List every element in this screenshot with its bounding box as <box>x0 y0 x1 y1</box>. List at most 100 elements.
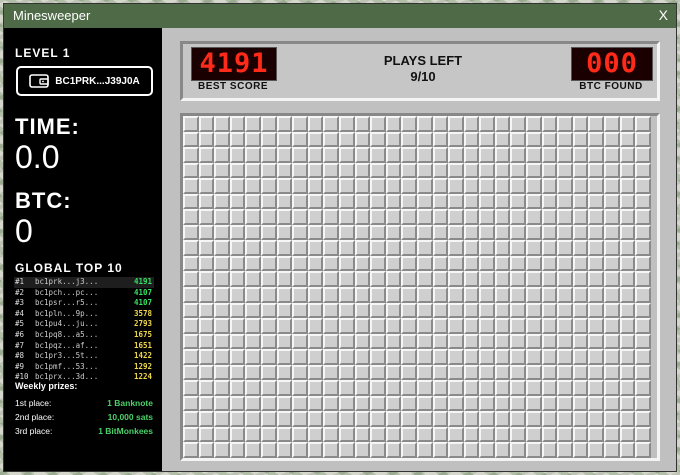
mine-cell[interactable] <box>510 411 527 427</box>
mine-cell[interactable] <box>307 193 324 210</box>
mine-cell[interactable] <box>370 426 386 443</box>
mine-cell[interactable] <box>432 349 449 365</box>
mine-cell[interactable] <box>385 364 402 381</box>
mine-cell[interactable] <box>370 442 386 459</box>
mine-cell[interactable] <box>619 426 636 443</box>
mine-cell[interactable] <box>307 318 324 334</box>
mine-cell[interactable] <box>323 162 339 179</box>
mine-cell[interactable] <box>401 395 417 412</box>
mine-cell[interactable] <box>183 380 199 396</box>
mine-cell[interactable] <box>494 240 511 256</box>
mine-cell[interactable] <box>448 147 464 163</box>
mine-cell[interactable] <box>370 240 386 256</box>
mine-cell[interactable] <box>370 178 386 194</box>
mine-cell[interactable] <box>323 224 339 241</box>
mine-cell[interactable] <box>307 162 324 179</box>
mine-cell[interactable] <box>338 333 355 350</box>
mine-cell[interactable] <box>510 426 527 443</box>
mine-cell[interactable] <box>432 395 449 412</box>
mine-cell[interactable] <box>557 318 573 334</box>
mine-cell[interactable] <box>307 426 324 443</box>
mine-cell[interactable] <box>572 395 589 412</box>
mine-cell[interactable] <box>416 426 433 443</box>
mine-cell[interactable] <box>635 333 651 350</box>
mine-cell[interactable] <box>526 318 542 334</box>
mine-cell[interactable] <box>572 333 589 350</box>
mine-cell[interactable] <box>307 240 324 256</box>
mine-cell[interactable] <box>214 147 230 163</box>
mine-cell[interactable] <box>276 255 293 272</box>
mine-cell[interactable] <box>432 224 449 241</box>
mine-cell[interactable] <box>260 116 277 132</box>
mine-cell[interactable] <box>557 209 573 225</box>
mine-cell[interactable] <box>338 411 355 427</box>
mine-cell[interactable] <box>416 302 433 319</box>
mine-cell[interactable] <box>619 364 636 381</box>
mine-cell[interactable] <box>526 162 542 179</box>
mine-cell[interactable] <box>588 318 605 334</box>
mine-cell[interactable] <box>385 116 402 132</box>
mine-cell[interactable] <box>588 131 605 148</box>
mine-cell[interactable] <box>572 193 589 210</box>
mine-cell[interactable] <box>307 178 324 194</box>
mine-cell[interactable] <box>198 364 215 381</box>
mine-cell[interactable] <box>479 116 495 132</box>
mine-cell[interactable] <box>479 395 495 412</box>
mine-cell[interactable] <box>448 193 464 210</box>
mine-cell[interactable] <box>479 131 495 148</box>
mine-cell[interactable] <box>510 131 527 148</box>
mine-cell[interactable] <box>260 364 277 381</box>
mine-cell[interactable] <box>557 147 573 163</box>
wallet-button[interactable]: BC1PRK...J39J0A <box>16 66 153 96</box>
mine-cell[interactable] <box>260 395 277 412</box>
mine-cell[interactable] <box>245 426 261 443</box>
mine-cell[interactable] <box>635 426 651 443</box>
mine-cell[interactable] <box>260 193 277 210</box>
mine-cell[interactable] <box>635 209 651 225</box>
mine-cell[interactable] <box>619 287 636 303</box>
mine-cell[interactable] <box>245 131 261 148</box>
mine-cell[interactable] <box>557 193 573 210</box>
mine-cell[interactable] <box>432 178 449 194</box>
mine-cell[interactable] <box>323 349 339 365</box>
mine-cell[interactable] <box>432 333 449 350</box>
mine-cell[interactable] <box>229 240 246 256</box>
mine-cell[interactable] <box>338 349 355 365</box>
mine-cell[interactable] <box>214 302 230 319</box>
mine-cell[interactable] <box>214 116 230 132</box>
mine-cell[interactable] <box>338 193 355 210</box>
mine-cell[interactable] <box>432 147 449 163</box>
mine-cell[interactable] <box>604 318 620 334</box>
mine-cell[interactable] <box>494 426 511 443</box>
mine-cell[interactable] <box>385 380 402 396</box>
mine-cell[interactable] <box>572 426 589 443</box>
mine-cell[interactable] <box>338 255 355 272</box>
mine-cell[interactable] <box>494 442 511 459</box>
mine-cell[interactable] <box>183 302 199 319</box>
mine-cell[interactable] <box>416 333 433 350</box>
mine-cell[interactable] <box>463 224 480 241</box>
mine-cell[interactable] <box>463 240 480 256</box>
mine-cell[interactable] <box>229 271 246 288</box>
mine-cell[interactable] <box>635 255 651 272</box>
mine-cell[interactable] <box>526 364 542 381</box>
mine-cell[interactable] <box>276 333 293 350</box>
mine-cell[interactable] <box>432 318 449 334</box>
mine-cell[interactable] <box>416 364 433 381</box>
mine-cell[interactable] <box>494 395 511 412</box>
mine-cell[interactable] <box>479 287 495 303</box>
mine-cell[interactable] <box>526 302 542 319</box>
mine-cell[interactable] <box>292 426 308 443</box>
mine-cell[interactable] <box>198 349 215 365</box>
mine-cell[interactable] <box>557 364 573 381</box>
mine-cell[interactable] <box>385 426 402 443</box>
mine-cell[interactable] <box>463 349 480 365</box>
mine-cell[interactable] <box>245 116 261 132</box>
mine-cell[interactable] <box>572 147 589 163</box>
mine-cell[interactable] <box>245 395 261 412</box>
mine-cell[interactable] <box>463 255 480 272</box>
mine-cell[interactable] <box>276 178 293 194</box>
mine-cell[interactable] <box>229 333 246 350</box>
title-bar[interactable]: Minesweeper X <box>4 4 676 28</box>
mine-cell[interactable] <box>183 364 199 381</box>
